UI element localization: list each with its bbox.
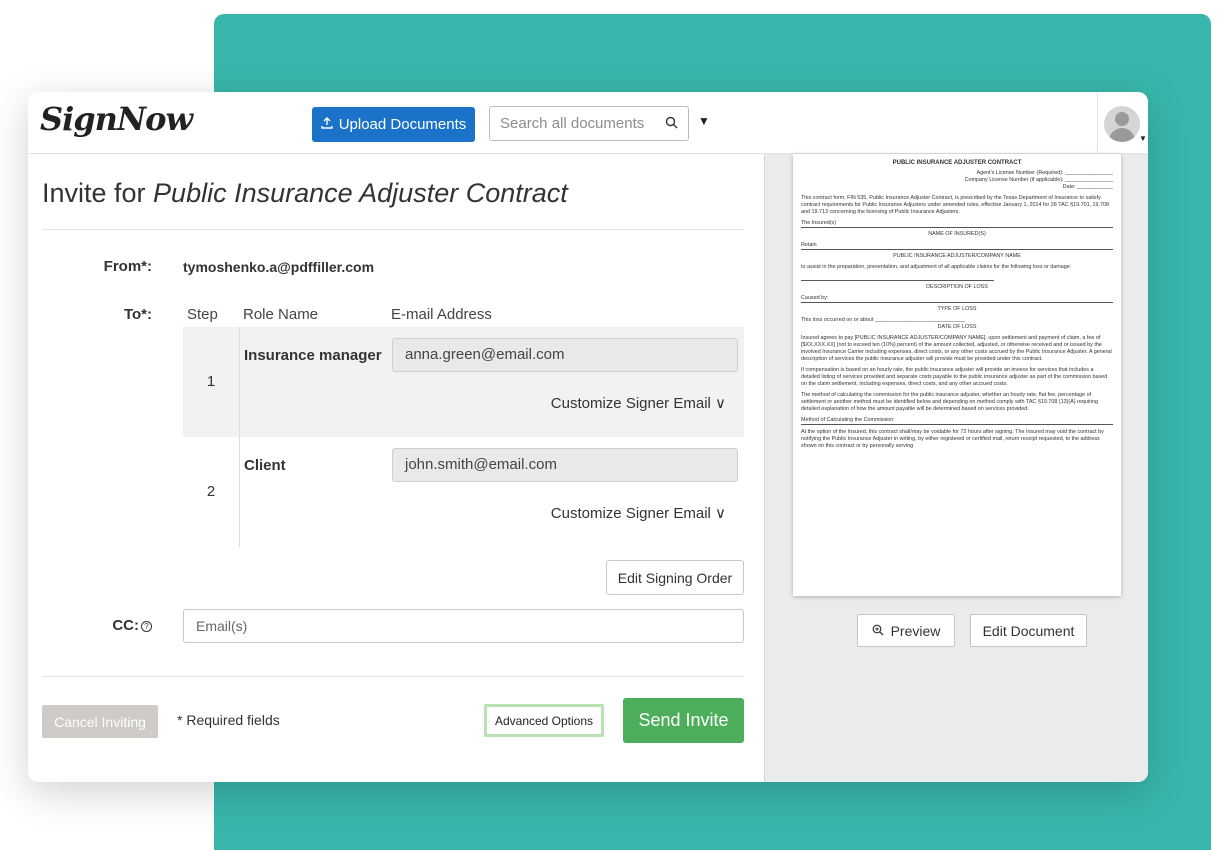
- doc-retain-line: Retain: [801, 242, 1113, 250]
- search-icon[interactable]: [665, 116, 678, 132]
- chevron-down-icon[interactable]: ▼: [1139, 134, 1147, 143]
- avatar[interactable]: [1104, 106, 1140, 142]
- document-preview-panel: PUBLIC INSURANCE ADJUSTER CONTRACT Agent…: [764, 154, 1148, 782]
- to-label: To*:: [123, 306, 152, 323]
- doc-blank-line: [801, 275, 995, 281]
- edit-signing-order-button[interactable]: Edit Signing Order: [606, 560, 744, 595]
- divider: [42, 676, 744, 677]
- send-invite-button[interactable]: Send Invite: [623, 698, 744, 743]
- customize-signer-email-toggle[interactable]: Customize Signer Email ∨: [551, 394, 726, 412]
- search-input[interactable]: [500, 115, 650, 132]
- divider: [42, 229, 744, 230]
- invite-panel: Invite for Public Insurance Adjuster Con…: [28, 154, 764, 782]
- column-header-role: Role Name: [243, 306, 319, 323]
- signnow-logo[interactable]: SignNow: [40, 100, 193, 138]
- app-window: SignNow Upload Documents ▼ ▼ Invite for …: [28, 92, 1148, 782]
- step-number: 2: [206, 483, 216, 500]
- doc-company-license: Company License Number (if applicable): …: [964, 177, 1113, 183]
- doc-caused-by-line: Caused by:: [801, 295, 1113, 303]
- doc-date: Date: ____________: [1062, 184, 1113, 190]
- signer-email-field[interactable]: john.smith@email.com: [392, 448, 738, 482]
- cancel-inviting-button[interactable]: Cancel Inviting: [42, 705, 158, 738]
- zoom-in-icon: [872, 623, 884, 639]
- edit-document-button[interactable]: Edit Document: [970, 614, 1087, 647]
- doc-title: PUBLIC INSURANCE ADJUSTER CONTRACT: [892, 160, 1022, 166]
- upload-documents-label: Upload Documents: [338, 116, 467, 133]
- advanced-options-button[interactable]: Advanced Options: [484, 704, 604, 737]
- doc-caption: PUBLIC INSURANCE ADJUSTER/COMPANY NAME: [893, 253, 1021, 259]
- document-page-thumbnail: PUBLIC INSURANCE ADJUSTER CONTRACT Agent…: [793, 154, 1121, 596]
- doc-caption: NAME OF INSURED(S): [928, 231, 986, 237]
- doc-caption: DATE OF LOSS: [937, 324, 977, 330]
- role-name: Insurance manager: [244, 347, 382, 364]
- signer-email-field[interactable]: anna.green@email.com: [392, 338, 738, 372]
- doc-agent-license: Agent's License Number (Required): _____…: [976, 170, 1114, 176]
- signer-row: 2 Client john.smith@email.com Customize …: [183, 437, 744, 547]
- cc-email-input[interactable]: [183, 609, 744, 643]
- doc-paragraph: The method of calculating the commission…: [801, 392, 1099, 412]
- doc-paragraph: At the option of the Insured, this contr…: [801, 429, 1104, 449]
- from-label: From*:: [103, 258, 152, 275]
- upload-documents-button[interactable]: Upload Documents: [312, 107, 475, 142]
- step-number: 1: [206, 373, 216, 390]
- doc-method-line: Method of Calculating the Commission:: [801, 417, 1113, 425]
- doc-occurred-line: This loss occurred on or about _________…: [801, 317, 965, 323]
- doc-insured-line: The Insured(s): [801, 220, 1113, 228]
- from-email: tymoshenko.a@pdffiller.com: [183, 259, 375, 275]
- document-name: Public Insurance Adjuster Contract: [153, 178, 568, 208]
- doc-paragraph: Insured agrees to pay [PUBLIC INSURANCE …: [801, 335, 1112, 362]
- doc-paragraph: This contract form; FIN 535, Public Insu…: [801, 195, 1110, 215]
- doc-paragraph: to assist in the preparation, presentati…: [801, 264, 1072, 270]
- signer-row: 1 Insurance manager anna.green@email.com…: [183, 327, 744, 437]
- search-box[interactable]: [489, 106, 689, 141]
- cc-label: CC:: [112, 617, 139, 634]
- doc-caption: TYPE OF LOSS: [937, 306, 977, 312]
- role-name: Client: [244, 457, 286, 474]
- search-options-caret-icon[interactable]: ▼: [698, 114, 710, 128]
- preview-label: Preview: [890, 622, 941, 639]
- cc-label-group: CC:?: [68, 617, 152, 634]
- doc-caption: DESCRIPTION OF LOSS: [926, 284, 988, 290]
- column-header-step: Step: [187, 306, 218, 323]
- preview-button[interactable]: Preview: [857, 614, 955, 647]
- user-menu[interactable]: ▼: [1097, 92, 1148, 154]
- help-circle-icon[interactable]: ?: [141, 620, 152, 632]
- column-header-email: E-mail Address: [391, 306, 492, 323]
- customize-signer-email-toggle[interactable]: Customize Signer Email ∨: [551, 504, 726, 522]
- required-fields-note: * Required fields: [177, 712, 280, 728]
- upload-icon: [321, 116, 333, 133]
- doc-paragraph: If compensation is based on an hourly ra…: [801, 367, 1108, 387]
- page-title: Invite for Public Insurance Adjuster Con…: [42, 178, 568, 208]
- top-bar: SignNow Upload Documents ▼ ▼: [28, 92, 1148, 154]
